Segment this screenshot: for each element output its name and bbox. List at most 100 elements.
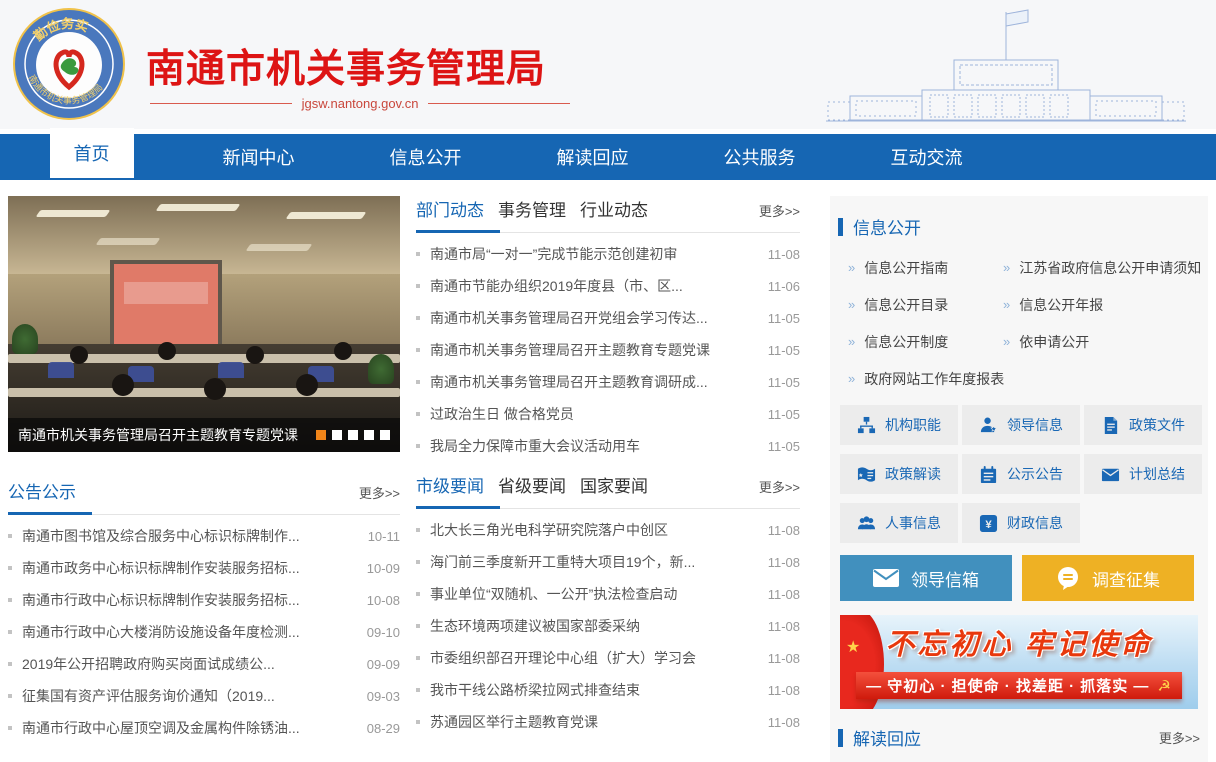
more-link[interactable]: 更多>> xyxy=(759,477,800,496)
bullet-icon xyxy=(8,726,12,730)
news-date: 08-29 xyxy=(367,721,400,736)
list-item[interactable]: 南通市机关事务管理局召开党组会学习传达... 11-05 xyxy=(416,302,800,334)
leader-mailbox-button[interactable]: 领导信箱 xyxy=(840,555,1012,601)
list-item[interactable]: 生态环境两项建议被国家部委采纳 11-08 xyxy=(416,610,800,642)
news-date: 11-08 xyxy=(768,523,800,538)
nav-item-interaction[interactable]: 互动交流 xyxy=(843,134,1010,180)
photo-chair xyxy=(48,362,74,378)
list-item[interactable]: 2019年公开招聘政府购买岗面试成绩公...09-09 xyxy=(8,648,400,680)
main-nav: 首页 新闻中心 信息公开 解读回应 公共服务 互动交流 xyxy=(0,134,1216,180)
list-item[interactable]: 南通市行政中心屋顶空调及金属构件除锈油...08-29 xyxy=(8,712,400,744)
news-date: 11-05 xyxy=(768,311,800,326)
list-item[interactable]: 南通市图书馆及综合服务中心标识标牌制作...10-11 xyxy=(8,520,400,552)
news-date: 11-08 xyxy=(768,247,800,262)
link-annual-report[interactable]: »信息公开年报 xyxy=(1003,295,1103,315)
list-item[interactable]: 市委组织部召开理论中心组（扩大）学习会11-08 xyxy=(416,642,800,674)
news-title: 南通市机关事务管理局召开党组会学习传达... xyxy=(430,308,754,328)
carousel-dot[interactable] xyxy=(364,430,374,440)
nav-item-news[interactable]: 新闻中心 xyxy=(175,134,342,180)
list-item[interactable]: 北大长三角光电科学研究院落户中创区11-08 xyxy=(416,514,800,546)
bullet-icon xyxy=(416,720,420,724)
tab-national-news[interactable]: 国家要闻 xyxy=(580,472,648,497)
photo-light xyxy=(156,204,241,211)
org-chart-icon xyxy=(857,416,876,435)
tab-city-news[interactable]: 市级要闻 xyxy=(416,472,484,497)
bullet-icon xyxy=(416,560,420,564)
more-link[interactable]: 更多>> xyxy=(359,483,400,502)
bullet-icon xyxy=(416,252,420,256)
photo-light xyxy=(286,212,367,219)
bullet-icon xyxy=(416,348,420,352)
list-item[interactable]: 南通市行政中心大楼消防设施设备年度检测...09-10 xyxy=(8,616,400,648)
list-item[interactable]: 南通市机关事务管理局召开主题教育调研成...11-05 xyxy=(416,366,800,398)
list-item[interactable]: 南通市局“一对一”完成节能示范创建初审11-08 xyxy=(416,238,800,270)
shortcut-policy-documents[interactable]: 政策文件 xyxy=(1084,405,1202,445)
nav-item-public-service[interactable]: 公共服务 xyxy=(676,134,843,180)
nav-item-interpretation[interactable]: 解读回应 xyxy=(509,134,676,180)
link-application-disclosure[interactable]: »依申请公开 xyxy=(1003,332,1089,352)
shortcut-grid: 机构职能 领导信息 政策文件 政策解读 公示公告 计划总结 人事信息 ¥ 财政信 xyxy=(840,405,1200,543)
tab-industry-dynamics[interactable]: 行业动态 xyxy=(580,196,648,221)
carousel-dot[interactable] xyxy=(332,430,342,440)
list-item[interactable]: 过政治生日 做合格党员11-05 xyxy=(416,398,800,430)
bullet-icon xyxy=(416,624,420,628)
news-date: 11-08 xyxy=(768,555,800,570)
news-carousel[interactable]: 南通市机关事务管理局召开主题教育专题党课 xyxy=(8,196,400,452)
list-item[interactable]: 苏通园区举行主题教育党课11-08 xyxy=(416,706,800,738)
news-date: 11-08 xyxy=(768,619,800,634)
nav-item-info-disclosure[interactable]: 信息公开 xyxy=(342,134,509,180)
link-info-system[interactable]: »信息公开制度 xyxy=(848,332,1003,352)
list-item[interactable]: 南通市行政中心标识标牌制作安装服务招标...10-08 xyxy=(8,584,400,616)
photo-plant xyxy=(12,324,38,354)
shortcut-public-announcements[interactable]: 公示公告 xyxy=(962,454,1080,494)
photo-person xyxy=(204,378,226,400)
news-date: 11-05 xyxy=(768,375,800,390)
bullet-icon xyxy=(8,662,12,666)
link-info-catalog[interactable]: »信息公开目录 xyxy=(848,295,1003,315)
shortcut-personnel-info[interactable]: 人事信息 xyxy=(840,503,958,543)
banner-title: 不忘初心 牢记使命 xyxy=(840,621,1198,663)
news-title: 生态环境两项建议被国家部委采纳 xyxy=(430,616,754,636)
list-item[interactable]: 事业单位“双随机、一公开”执法检查启动11-08 xyxy=(416,578,800,610)
shortcut-policy-interpretation[interactable]: 政策解读 xyxy=(840,454,958,494)
list-item[interactable]: 我局全力保障市重大会议活动用车11-05 xyxy=(416,430,800,462)
carousel-dot[interactable] xyxy=(380,430,390,440)
shortcut-leader-info[interactable]: 领导信息 xyxy=(962,405,1080,445)
photo-person xyxy=(334,342,352,360)
tab-dept-dynamics[interactable]: 部门动态 xyxy=(416,196,484,221)
action-buttons: 领导信箱 调查征集 xyxy=(840,555,1200,601)
shortcut-plans-summaries[interactable]: 计划总结 xyxy=(1084,454,1202,494)
carousel-dot[interactable] xyxy=(316,430,326,440)
carousel-caption-bar: 南通市机关事务管理局召开主题教育专题党课 xyxy=(8,418,400,452)
list-item[interactable]: 我市干线公路桥梁拉网式排查结束11-08 xyxy=(416,674,800,706)
bullet-icon xyxy=(8,630,12,634)
news-title: 我市干线公路桥梁拉网式排查结束 xyxy=(430,680,754,700)
list-item[interactable]: 南通市政务中心标识标牌制作安装服务招标...10-09 xyxy=(8,552,400,584)
news-title: 南通市机关事务管理局召开主题教育专题党课 xyxy=(430,340,754,360)
nav-item-home[interactable]: 首页 xyxy=(8,134,175,180)
tab-affairs-management[interactable]: 事务管理 xyxy=(498,196,566,221)
yuan-icon: ¥ xyxy=(979,514,998,533)
tab-province-news[interactable]: 省级要闻 xyxy=(498,472,566,497)
news-title: 征集国有资产评估服务询价通知（2019... xyxy=(22,686,353,706)
chevron-icon: » xyxy=(1003,334,1010,349)
chevron-icon: » xyxy=(848,334,855,349)
more-link[interactable]: 更多>> xyxy=(759,201,800,220)
more-link[interactable]: 更多>> xyxy=(1159,728,1200,747)
link-info-guide[interactable]: »信息公开指南 xyxy=(848,258,1003,278)
list-item[interactable]: 征集国有资产评估服务询价通知（2019...09-03 xyxy=(8,680,400,712)
link-website-annual-report[interactable]: »政府网站工作年度报表 xyxy=(848,369,1004,389)
carousel-dot[interactable] xyxy=(348,430,358,440)
shortcut-org-functions[interactable]: 机构职能 xyxy=(840,405,958,445)
info-disclosure-title: 信息公开 xyxy=(853,214,921,239)
list-item[interactable]: 南通市机关事务管理局召开主题教育专题党课11-05 xyxy=(416,334,800,366)
list-item[interactable]: 南通市节能办组织2019年度县（市、区...11-06 xyxy=(416,270,800,302)
shortcut-fiscal-info[interactable]: ¥ 财政信息 xyxy=(962,503,1080,543)
theme-education-banner[interactable]: 不忘初心 牢记使命 — 守初心 · 担使命 · 找差距 · 抓落实 — xyxy=(840,615,1198,709)
list-item[interactable]: 海门前三季度新开工重特大项目19个，新...11-08 xyxy=(416,546,800,578)
tab-notices[interactable]: 公告公示 xyxy=(8,478,76,503)
link-province-application-notes[interactable]: »江苏省政府信息公开申请须知 xyxy=(1003,258,1201,278)
survey-collection-button[interactable]: 调查征集 xyxy=(1022,555,1194,601)
person-star-icon xyxy=(979,416,998,435)
bullet-icon xyxy=(416,688,420,692)
